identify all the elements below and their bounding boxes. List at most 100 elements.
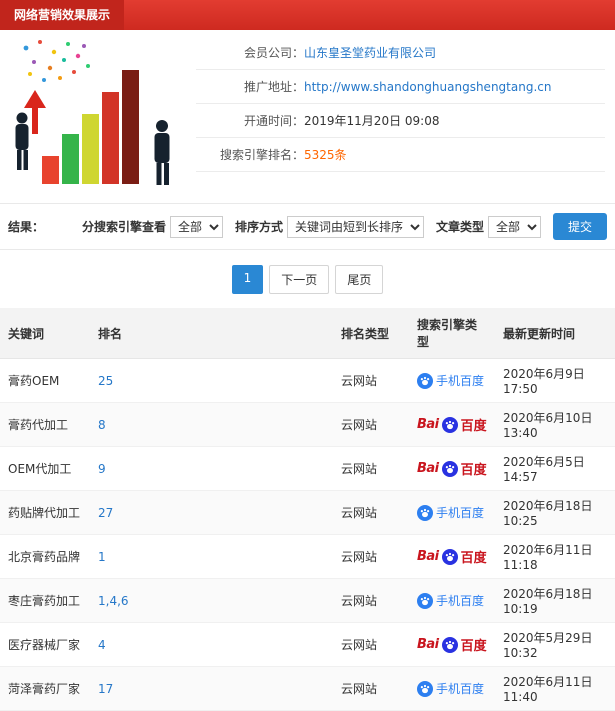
rank-link[interactable]: 1,4,6 [98,594,129,608]
header-rank-type: 排名类型 [333,308,409,359]
engine-rank-count: 5325条 [304,148,347,162]
mobile-baidu-label: 手机百度 [436,682,485,696]
rank-link[interactable]: 17 [98,682,113,696]
mobile-baidu-paw-icon [417,592,433,609]
open-time-row: 开通时间： 2019年11月20日 09:08 [196,104,605,138]
updated-cell: 2020年6月11日 11:18 [495,534,615,579]
updated-cell: 2020年6月18日 10:25 [495,490,615,535]
bar-chart-illustration [0,30,196,189]
member-company-row: 会员公司： 山东皇圣堂药业有限公司 [196,36,605,70]
rank-link[interactable]: 4 [98,638,106,652]
rank-type-cell: 云网站 [333,534,409,579]
mobile-baidu-label: 手机百度 [436,506,485,520]
top-bar: 网络营销效果展示 [0,0,615,30]
header-rank: 排名 [90,308,333,359]
rank-link[interactable]: 1 [98,550,106,564]
rank-type-cell: 云网站 [333,666,409,711]
baidu-logo-bai: Bai [417,461,439,476]
table-row: 膏药代加工 8 云网站 Bai 百度 手机百度 2020年6月10日 13:40 [0,402,615,447]
updated-cell: 2020年6月5日 14:57 [495,446,615,491]
table-body: 膏药OEM 25 云网站 Bai 百度 手机百度 2020年6月9日 17:50… [0,358,615,711]
table-row: OEM代加工 9 云网站 Bai 百度 手机百度 2020年6月5日 14:57 [0,446,615,491]
mobile-baidu-label: 手机百度 [436,594,485,608]
rank-link[interactable]: 25 [98,374,113,388]
rank-type-cell: 云网站 [333,622,409,667]
baidu-paw-icon [441,460,458,477]
baidu-logo-bai: Bai [417,417,439,432]
header-engine-type: 搜索引擎类型 [409,308,495,359]
baidu-logo: Bai 百度 [417,547,487,566]
header-keyword: 关键词 [0,308,90,359]
mobile-baidu-paw-icon [417,504,433,521]
updated-cell: 2020年6月9日 17:50 [495,358,615,403]
keyword-cell: 枣庄膏药加工 [0,578,90,623]
table-row: 北京膏药品牌 1 云网站 Bai 百度 手机百度 2020年6月11日 11:1… [0,534,615,579]
rank-type-cell: 云网站 [333,490,409,535]
mobile-baidu-logo: 手机百度 [417,372,484,389]
mobile-baidu-paw-icon [417,680,433,697]
promo-url-label: 推广地址： [243,80,304,94]
filter-bar: 结果： 分搜索引擎查看 全部 排序方式 关键词由短到长排序 文章类型 全部 提交 [0,203,615,250]
baidu-logo: Bai 百度 [417,635,487,654]
table-row: 膏药OEM 25 云网站 Bai 百度 手机百度 2020年6月9日 17:50 [0,358,615,403]
updated-cell: 2020年6月11日 11:40 [495,666,615,711]
open-time-value: 2019年11月20日 09:08 [304,114,440,128]
mobile-baidu-logo: 手机百度 [417,592,484,609]
updated-cell: 2020年5月29日 10:32 [495,622,615,667]
result-label: 结果： [8,220,45,234]
page-1-button[interactable]: 1 [231,265,264,294]
header-updated: 最新更新时间 [495,308,615,359]
rank-type-cell: 云网站 [333,578,409,623]
rank-link[interactable]: 27 [98,506,113,520]
member-company-link[interactable]: 山东皇圣堂药业有限公司 [304,44,436,61]
article-type-select[interactable]: 全部 [487,215,541,238]
baidu-logo-bai: Bai [417,549,439,564]
rank-type-cell: 云网站 [333,446,409,491]
table-row: 枣庄膏药加工 1,4,6 云网站 Bai 百度 手机百度 2020年6月18日 … [0,578,615,623]
engine-filter-label: 分搜索引擎查看 [81,220,166,234]
growth-chart-image [15,40,170,185]
baidu-logo-cn: 百度 [460,639,487,654]
mobile-baidu-paw-icon [417,372,433,389]
table-row: 医疗器械厂家 4 云网站 Bai 百度 手机百度 2020年5月29日 10:3… [0,622,615,667]
baidu-logo: Bai 百度 [417,415,487,434]
engine-rank-label: 搜索引擎排名： [219,148,304,162]
member-info-section: 会员公司： 山东皇圣堂药业有限公司 推广地址： http://www.shand… [0,30,615,189]
updated-cell: 2020年6月18日 10:19 [495,578,615,623]
mobile-baidu-label: 手机百度 [436,374,485,388]
engine-select[interactable]: 全部 [169,215,223,238]
keyword-cell: 医疗器械厂家 [0,622,90,667]
promo-url-row: 推广地址： http://www.shandonghuangshengtang.… [196,70,605,104]
baidu-logo-cn: 百度 [460,419,487,434]
rank-type-cell: 云网站 [333,358,409,403]
submit-button[interactable]: 提交 [552,213,607,240]
rank-type-cell: 云网站 [333,402,409,447]
next-page-button[interactable]: 下一页 [269,265,330,294]
keyword-cell: 膏药代加工 [0,402,90,447]
mobile-baidu-logo: 手机百度 [417,680,484,697]
updated-cell: 2020年6月10日 13:40 [495,402,615,447]
table-header-row: 关键词 排名 排名类型 搜索引擎类型 最新更新时间 [0,308,615,359]
baidu-logo: Bai 百度 [417,459,487,478]
engine-rank-row: 搜索引擎排名： 5325条 [196,138,605,172]
keyword-cell: 膏药OEM [0,358,90,403]
mobile-baidu-logo: 手机百度 [417,504,484,521]
member-info-list: 会员公司： 山东皇圣堂药业有限公司 推广地址： http://www.shand… [196,30,615,172]
baidu-paw-icon [441,416,458,433]
rank-link[interactable]: 9 [98,462,106,476]
baidu-logo-cn: 百度 [460,463,487,478]
open-time-label: 开通时间： [243,114,304,128]
pagination: 1 下一页 尾页 [0,250,615,308]
table-row: 菏泽膏药厂家 17 云网站 Bai 百度 手机百度 2020年6月11日 11:… [0,666,615,711]
keyword-cell: 菏泽膏药厂家 [0,666,90,711]
rank-link[interactable]: 8 [98,418,106,432]
sort-select[interactable]: 关键词由短到长排序 [286,215,424,238]
baidu-paw-icon [441,636,458,653]
sort-filter-label: 排序方式 [234,220,283,234]
promo-url-link[interactable]: http://www.shandonghuangshengtang.cn [304,80,551,94]
last-page-button[interactable]: 尾页 [335,265,384,294]
keyword-cell: 药贴牌代加工 [0,490,90,535]
keyword-cell: OEM代加工 [0,446,90,491]
baidu-paw-icon [441,548,458,565]
results-table: 关键词 排名 排名类型 搜索引擎类型 最新更新时间 膏药OEM 25 云网站 B… [0,308,615,711]
